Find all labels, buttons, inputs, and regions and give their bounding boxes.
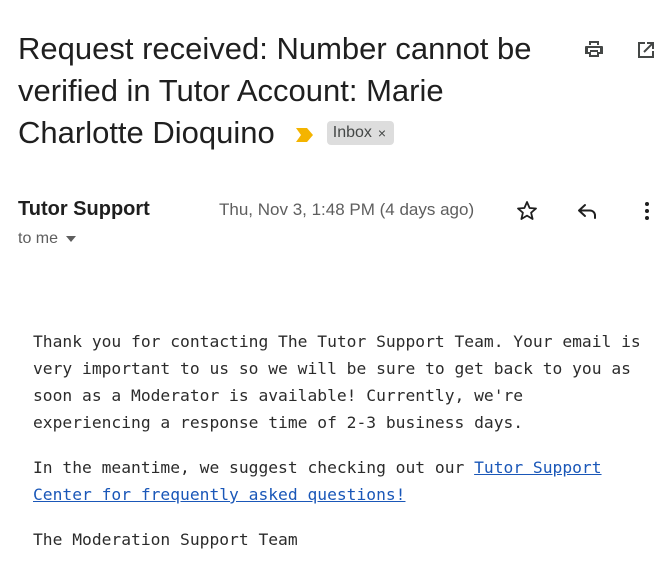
body-paragraph-1: Thank you for contacting The Tutor Suppo… bbox=[33, 332, 641, 432]
label-chip-text: Inbox bbox=[332, 123, 372, 141]
body-paragraph-2: In the meantime, we suggest checking out… bbox=[33, 454, 648, 508]
print-icon[interactable] bbox=[580, 36, 608, 64]
subject-text: Request received: Number cannot be verif… bbox=[18, 31, 532, 150]
reply-icon[interactable] bbox=[573, 197, 601, 225]
sender-name[interactable]: Tutor Support bbox=[18, 198, 150, 221]
recipient-details-toggle[interactable]: to me bbox=[18, 230, 77, 248]
chevron-down-icon bbox=[66, 236, 77, 242]
remove-label-button[interactable]: × bbox=[378, 112, 386, 154]
star-icon[interactable] bbox=[513, 197, 541, 225]
email-subject: Request received: Number cannot be verif… bbox=[18, 28, 558, 154]
message-body: Thank you for contacting The Tutor Suppo… bbox=[33, 328, 648, 571]
recipient-label: to me bbox=[18, 230, 59, 247]
more-vertical-icon[interactable] bbox=[633, 197, 661, 225]
importance-marker-icon[interactable] bbox=[293, 112, 315, 154]
body-paragraph-2-text: In the meantime, we suggest checking out… bbox=[33, 458, 475, 477]
email-header: Request received: Number cannot be verif… bbox=[18, 28, 558, 154]
open-in-new-window-icon[interactable] bbox=[632, 36, 660, 64]
label-chip-inbox: Inbox × bbox=[326, 120, 395, 145]
sent-date: Thu, Nov 3, 1:48 PM (4 days ago) bbox=[219, 200, 475, 219]
message-header-row: Tutor Support Thu, Nov 3, 1:48 PM (4 day… bbox=[18, 196, 668, 226]
signature: The Moderation Support Team bbox=[33, 530, 298, 549]
